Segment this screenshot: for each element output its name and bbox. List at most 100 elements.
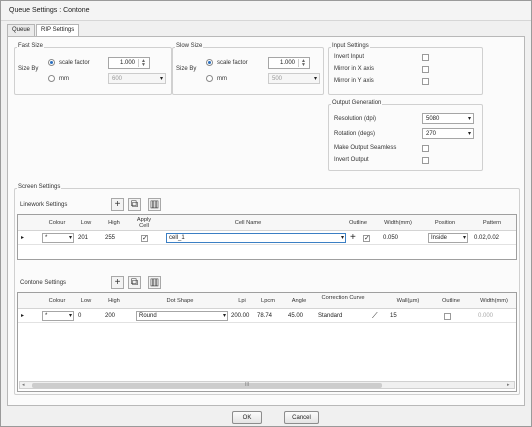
slow-mm-label: mm (217, 76, 227, 82)
linework-header: Colour Low High Apply Cell Cell Name Out… (18, 215, 516, 231)
invert-output-checkbox[interactable] (422, 157, 429, 164)
col-width: Width(mm) (480, 298, 508, 304)
chevron-down-icon: ▾ (467, 116, 471, 122)
row-pointer-icon: ▸ (21, 235, 25, 241)
seamless-checkbox[interactable] (422, 145, 429, 152)
fast-mm-label: mm (59, 76, 69, 82)
invert-input-checkbox[interactable] (422, 54, 429, 61)
linework-colour-value: * (45, 235, 48, 241)
fast-scale-radio[interactable] (48, 59, 55, 66)
contone-width-cell[interactable]: 0.000 (478, 313, 493, 319)
tab-queue[interactable]: Queue (7, 24, 36, 36)
lpcm-cell[interactable]: 78.74 (257, 313, 272, 319)
table-row[interactable]: ▸ * ▾ 0 200 Round ▾ 200.00 78.74 45.00 S… (18, 310, 516, 323)
dot-shape-select[interactable]: Round ▾ (136, 311, 228, 321)
delete-row-icon[interactable]: ▥ (148, 198, 161, 211)
fast-scale-spinner[interactable]: 1.000 ▲ ▼ (108, 57, 150, 69)
contone-grid: Colour Low High Dot Shape Lpi Lpcm Angle… (17, 292, 517, 392)
fast-size-title: Fast Size (17, 43, 45, 49)
add-row-icon[interactable]: + (111, 198, 124, 211)
resolution-label: Resolution (dpi) (334, 116, 377, 122)
linework-outline-checkbox[interactable] (363, 234, 370, 242)
mirror-x-label: Mirror in X axis (334, 66, 375, 72)
seamless-label: Make Output Seamless (334, 145, 397, 151)
horizontal-scrollbar[interactable]: ◂ III ▸ (19, 381, 515, 389)
fast-mm-value: 600 (112, 76, 123, 82)
cell-name-value: cell_1 (169, 235, 185, 241)
slow-scale-radio[interactable] (206, 59, 213, 66)
col-high: High (108, 220, 120, 226)
scrollbar-thumb[interactable] (32, 383, 382, 388)
slow-mm-radio[interactable] (206, 75, 213, 82)
slow-scale-label: scale factor (217, 60, 248, 66)
row-pointer-icon: ▸ (21, 313, 25, 319)
col-position: Position (434, 220, 456, 226)
curve-editor-icon[interactable]: ⟋ (372, 311, 378, 321)
mirror-y-label: Mirror in Y axis (334, 78, 374, 84)
linework-width-cell[interactable]: 0.050 (383, 235, 398, 241)
linework-pattern-cell[interactable]: 0.02,0.02 (474, 235, 499, 241)
copy-row-icon[interactable]: ⧉ (128, 276, 141, 289)
slow-scale-spinner[interactable]: 1.000 ▲ ▼ (268, 57, 310, 69)
spinner-arrows-icon[interactable]: ▲ ▼ (298, 59, 308, 68)
slow-scale-value: 1.000 (279, 60, 295, 66)
table-row[interactable]: ▸ * ▾ 201 255 cell_1 ▾ + 0.050 Inside ▾ (18, 232, 516, 245)
fast-mm-input[interactable]: 600 ▾ (108, 73, 166, 84)
output-generation-title: Output Generation (331, 100, 383, 106)
chevron-down-icon: ▾ (68, 235, 72, 241)
ok-button[interactable]: OK (232, 411, 262, 424)
contone-header: Colour Low High Dot Shape Lpi Lpcm Angle… (18, 293, 516, 309)
chevron-down-icon: ▾ (462, 235, 466, 241)
scroll-left-icon[interactable]: ◂ (22, 382, 25, 388)
col-wall: Wall(µm) (396, 298, 420, 304)
contone-settings-title: Contone Settings (20, 280, 67, 286)
cancel-button[interactable]: Cancel (284, 411, 319, 424)
lpi-cell[interactable]: 200.00 (231, 313, 249, 319)
apply-cell-checkbox[interactable] (141, 234, 148, 242)
chevron-down-icon: ▾ (68, 313, 72, 319)
cell-name-select[interactable]: cell_1 ▾ (166, 233, 346, 243)
fast-size-by-label: Size By (18, 66, 39, 72)
rotation-select[interactable]: 270 ▾ (422, 128, 474, 139)
add-row-icon[interactable]: + (111, 276, 124, 289)
slow-size-title: Slow Size (175, 43, 204, 49)
contone-low-cell[interactable]: 0 (78, 313, 81, 319)
contone-high-cell[interactable]: 200 (105, 313, 115, 319)
window-title: Queue Settings : Contone (9, 7, 90, 14)
contone-outline-checkbox[interactable] (444, 313, 451, 320)
resolution-select[interactable]: 5080 ▾ (422, 113, 474, 124)
col-colour: Colour (48, 298, 66, 304)
spinner-arrows-icon[interactable]: ▲ ▼ (138, 59, 148, 68)
angle-cell[interactable]: 45.00 (288, 313, 303, 319)
contone-colour-select[interactable]: * ▾ (42, 311, 74, 321)
copy-row-icon[interactable]: ⧉ (128, 198, 141, 211)
linework-grid: Colour Low High Apply Cell Cell Name Out… (17, 214, 517, 260)
fast-mm-radio[interactable] (48, 75, 55, 82)
chevron-down-icon: ▾ (313, 76, 317, 82)
position-select[interactable]: Inside ▾ (428, 233, 468, 243)
add-cell-icon[interactable]: + (350, 232, 356, 243)
col-lpi: Lpi (238, 298, 246, 304)
position-value: Inside (431, 235, 448, 241)
rip-settings-panel: Fast Size Size By scale factor 1.000 ▲ ▼ … (7, 36, 525, 406)
scrollbar-grip: III (245, 382, 250, 388)
col-low: Low (80, 298, 92, 304)
col-high: High (108, 298, 120, 304)
title-bar: Queue Settings : Contone (1, 1, 531, 21)
col-lpcm: Lpcm (261, 298, 275, 304)
contone-colour-value: * (45, 313, 48, 319)
mirror-y-checkbox[interactable] (422, 78, 429, 85)
invert-input-label: Invert Input (334, 54, 365, 60)
scroll-right-icon[interactable]: ▸ (507, 382, 510, 388)
correction-curve-cell[interactable]: Standard (318, 313, 342, 319)
linework-colour-select[interactable]: * ▾ (42, 233, 74, 243)
rotation-label: Rotation (degs) (334, 131, 376, 137)
wall-cell[interactable]: 15 (390, 313, 397, 319)
slow-mm-input[interactable]: 500 ▾ (268, 73, 320, 84)
linework-low-cell[interactable]: 201 (78, 235, 88, 241)
delete-row-icon[interactable]: ▥ (148, 276, 161, 289)
mirror-x-checkbox[interactable] (422, 66, 429, 73)
rotation-value: 270 (426, 131, 437, 137)
col-colour: Colour (48, 220, 66, 226)
linework-high-cell[interactable]: 255 (105, 235, 115, 241)
